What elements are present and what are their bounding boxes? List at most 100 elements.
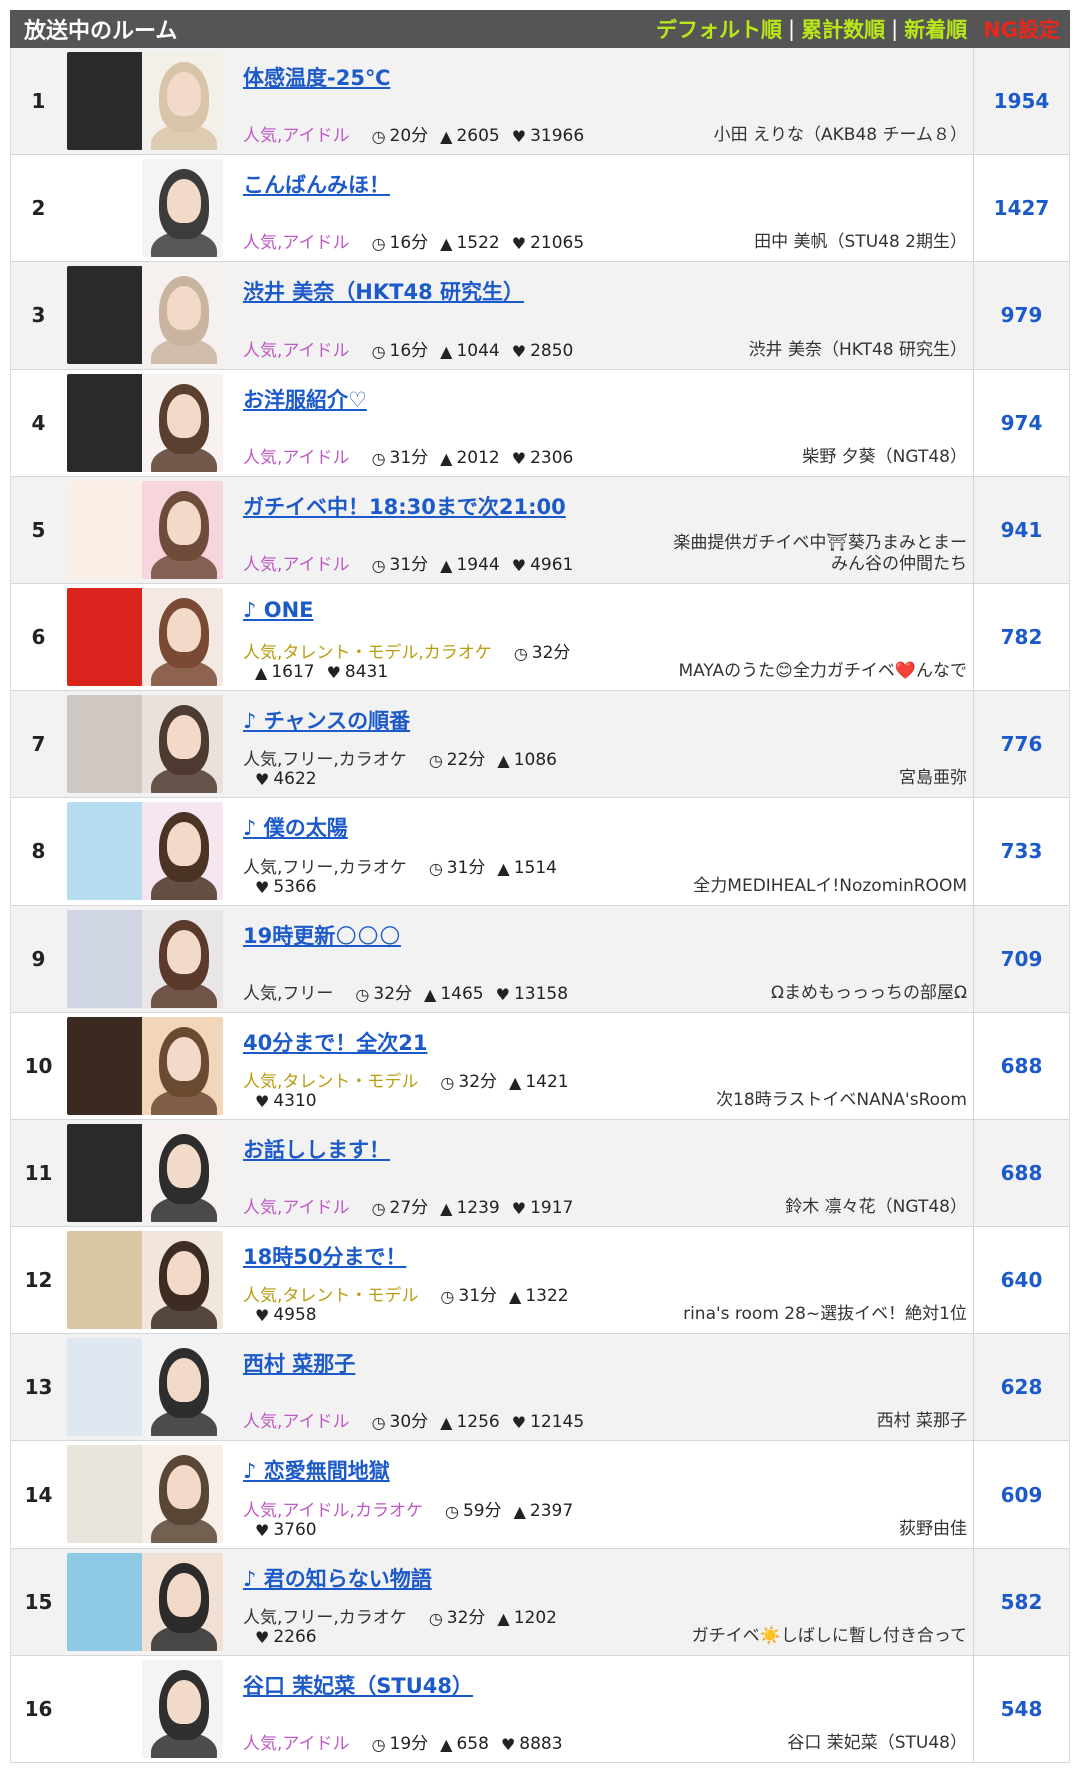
- time-stat: ◷ 27分: [372, 1199, 429, 1219]
- sort-options: デフォルト順 | 累計数順 | 新着順 NG設定: [656, 14, 1060, 44]
- room-title-link[interactable]: 西村 菜那子: [243, 1348, 355, 1378]
- time-value: 16分: [389, 233, 429, 254]
- time-value: 32分: [373, 983, 413, 1004]
- viewers-value: 2605: [456, 126, 500, 147]
- room-thumbnail[interactable]: [67, 1123, 223, 1222]
- room-thumbnail[interactable]: [67, 1016, 223, 1115]
- room-info: ♪ ONE 人気,タレント・モデル,カラオケ ◷ 32分 ▲ 1617 ♥ 8431 MAYAの…: [229, 584, 973, 690]
- viewers-stat: ▲ 1514: [497, 858, 557, 878]
- rank-number: 3: [31, 303, 46, 328]
- heart-icon: ♥: [326, 663, 341, 683]
- room-thumbnail[interactable]: [67, 159, 223, 258]
- room-title-link[interactable]: 19時更新🌕🌕🌕: [243, 920, 401, 950]
- likes-stat: ♥ 2306: [511, 448, 574, 468]
- room-row[interactable]: 4 お洋服紹介♡ 人気,アイドル ◷ 31分 ▲ 2012 ♥ 2306 柴野 夕葵（NGT48）…: [11, 369, 1069, 477]
- room-meta: 人気,フリー,カラオケ ◷ 31分 ▲ 1514 ♥ 5366: [243, 858, 623, 897]
- room-row[interactable]: 10 40分まで！全次21 人気,タレント・モデル ◷ 32分 ▲ 1421 ♥ 4310 次18…: [11, 1012, 1069, 1120]
- room-row[interactable]: 3 渋井 美奈（HKT48 研究生） 人気,アイドル ◷ 16分 ▲ 1044 ♥ 2850 渋井…: [11, 262, 1069, 370]
- room-category: 人気,アイドル,カラオケ: [243, 1500, 423, 1521]
- likes-stat: ♥ 4958: [255, 1306, 317, 1326]
- sort-total-link[interactable]: 累計数順: [801, 14, 885, 44]
- rank-number: 6: [31, 625, 46, 650]
- room-meta: 人気,アイドル ◷ 16分 ▲ 1044 ♥ 2850: [243, 340, 623, 361]
- time-stat: ◷ 22分: [429, 751, 486, 771]
- person-icon: ▲: [440, 234, 453, 254]
- room-row[interactable]: 5 ガチイベ中！18:30まで次21:00 人気,アイドル ◷ 31分 ▲ 1944 ♥ 496…: [11, 476, 1069, 584]
- thumbnail-face: [167, 1143, 201, 1188]
- room-row[interactable]: 2 こんばんみほ！ 人気,アイドル ◷ 16分 ▲ 1522 ♥ 21065 田中 美帆（STU4…: [11, 155, 1069, 263]
- rank-number: 14: [24, 1482, 53, 1507]
- time-value: 19分: [389, 1734, 429, 1754]
- sort-default-link[interactable]: デフォルト順: [656, 14, 782, 44]
- room-category: 人気,フリー,カラオケ: [243, 750, 407, 771]
- room-title-link[interactable]: お洋服紹介♡: [243, 384, 367, 414]
- person-icon: ▲: [440, 341, 453, 361]
- thumbnail-face: [167, 1036, 201, 1081]
- person-icon: ▲: [440, 448, 453, 468]
- room-row[interactable]: 14 ♪ 恋愛無間地獄 人気,アイドル,カラオケ ◷ 59分 ▲ 2397 ♥ 3760 荻野由佳…: [11, 1441, 1069, 1549]
- room-thumbnail[interactable]: [67, 587, 223, 686]
- room-thumbnail[interactable]: [67, 1445, 223, 1544]
- room-title-link[interactable]: 40分まで！全次21: [243, 1027, 427, 1057]
- likes-value: 8883: [519, 1734, 563, 1754]
- room-title-link[interactable]: お話しします！: [243, 1134, 390, 1164]
- room-row[interactable]: 12 18時50分まで！ 人気,タレント・モデル ◷ 31分 ▲ 1322 ♥ 4958 rina…: [11, 1227, 1069, 1335]
- room-title-link[interactable]: ♪ 僕の太陽: [243, 812, 348, 842]
- thumbnail-face: [167, 1572, 201, 1617]
- viewers-value: 2012: [456, 447, 500, 468]
- heart-icon: ♥: [255, 1627, 270, 1647]
- room-thumbnail[interactable]: [67, 1338, 223, 1437]
- room-thumbnail[interactable]: [67, 1231, 223, 1330]
- room-title-link[interactable]: 谷口 茉妃菜（STU48）: [243, 1670, 473, 1700]
- person-icon: ▲: [440, 555, 453, 575]
- room-thumbnail[interactable]: [67, 52, 223, 150]
- rank-number: 15: [24, 1589, 53, 1614]
- rank-number: 5: [31, 517, 46, 542]
- room-title-link[interactable]: ♪ チャンスの順番: [243, 705, 410, 735]
- room-row[interactable]: 11 お話しします！ 人気,アイドル ◷ 27分 ▲ 1239 ♥ 1917 鈴木 凛々花（NGT…: [11, 1119, 1069, 1228]
- room-thumbnail[interactable]: [67, 266, 223, 365]
- room-info: ガチイベ中！18:30まで次21:00 人気,アイドル ◷ 31分 ▲ 1944 ♥ 4961…: [229, 477, 973, 583]
- ng-settings-link[interactable]: NG設定: [983, 14, 1060, 44]
- room-title-link[interactable]: 体感温度-25℃: [243, 62, 390, 92]
- room-row[interactable]: 1 体感温度-25℃ 人気,アイドル ◷ 20分 ▲ 2605 ♥ 31966 小田 えりな（AK…: [11, 48, 1069, 156]
- viewers-value: 1202: [513, 1607, 557, 1628]
- room-owner: 谷口 茉妃菜（STU48）: [787, 1733, 967, 1753]
- room-title-link[interactable]: ♪ 恋愛無間地獄: [243, 1455, 390, 1485]
- clock-icon: ◷: [371, 448, 386, 468]
- room-row[interactable]: 16 谷口 茉妃菜（STU48） 人気,アイドル ◷ 19分 ▲ 658 ♥ 8883 谷口 茉妃…: [11, 1655, 1069, 1763]
- room-title-link[interactable]: ♪ ONE: [243, 598, 314, 622]
- room-row[interactable]: 15 ♪ 君の知らない物語 人気,フリー,カラオケ ◷ 32分 ▲ 1202 ♥ 2266 ガチイ…: [11, 1548, 1069, 1656]
- room-owner: rina's room 28~選抜イベ！絶対1位: [683, 1304, 967, 1325]
- room-thumbnail[interactable]: [67, 480, 223, 579]
- thumbnail-face: [167, 929, 201, 974]
- clock-icon: ◷: [371, 234, 386, 254]
- viewers-stat: ▲ 1322: [509, 1287, 569, 1307]
- room-title-link[interactable]: ♪ 君の知らない物語: [243, 1563, 432, 1593]
- room-thumbnail[interactable]: [67, 802, 223, 901]
- room-title-link[interactable]: 渋井 美奈（HKT48 研究生）: [243, 276, 524, 306]
- heart-icon: ♥: [511, 448, 527, 468]
- room-row[interactable]: 6 ♪ ONE 人気,タレント・モデル,カラオケ ◷ 32分 ▲ 1617 ♥ 8431 MAYA…: [11, 583, 1069, 692]
- room-title-link[interactable]: こんばんみほ！: [243, 169, 390, 199]
- room-row[interactable]: 7 ♪ チャンスの順番 人気,フリー,カラオケ ◷ 22分 ▲ 1086 ♥ 4622 宮島亜弥 7…: [11, 691, 1069, 799]
- room-meta: 人気,フリー ◷ 32分 ▲ 1465 ♥ 13158: [243, 983, 623, 1004]
- clock-icon: ◷: [371, 1735, 386, 1754]
- room-row[interactable]: 9 19時更新🌕🌕🌕 人気,フリー ◷ 32分 ▲ 1465 ♥ 13158 Ωまめもっっっちの部…: [11, 905, 1069, 1013]
- sort-new-link[interactable]: 新着順: [904, 14, 967, 44]
- room-title-link[interactable]: 18時50分まで！: [243, 1241, 406, 1271]
- room-thumbnail[interactable]: [67, 695, 223, 794]
- viewers-value: 1044: [456, 340, 500, 361]
- likes-stat: ♥ 8431: [326, 663, 389, 683]
- thumbnail-face: [167, 1358, 201, 1403]
- thumbnail-face: [167, 179, 201, 224]
- room-thumbnail[interactable]: [67, 1659, 223, 1758]
- room-title-link[interactable]: ガチイベ中！18:30まで次21:00: [243, 491, 566, 521]
- room-thumbnail[interactable]: [67, 1552, 223, 1651]
- room-thumbnail[interactable]: [67, 909, 223, 1008]
- room-row[interactable]: 13 西村 菜那子 人気,アイドル ◷ 30分 ▲ 1256 ♥ 12145 西村 菜那子 628: [11, 1334, 1069, 1442]
- clock-icon: ◷: [444, 1501, 459, 1521]
- room-thumbnail[interactable]: [67, 373, 223, 472]
- room-category: 人気,アイドル: [243, 1198, 350, 1219]
- room-row[interactable]: 8 ♪ 僕の太陽 人気,フリー,カラオケ ◷ 31分 ▲ 1514 ♥ 5366 全力MEDIHE…: [11, 798, 1069, 906]
